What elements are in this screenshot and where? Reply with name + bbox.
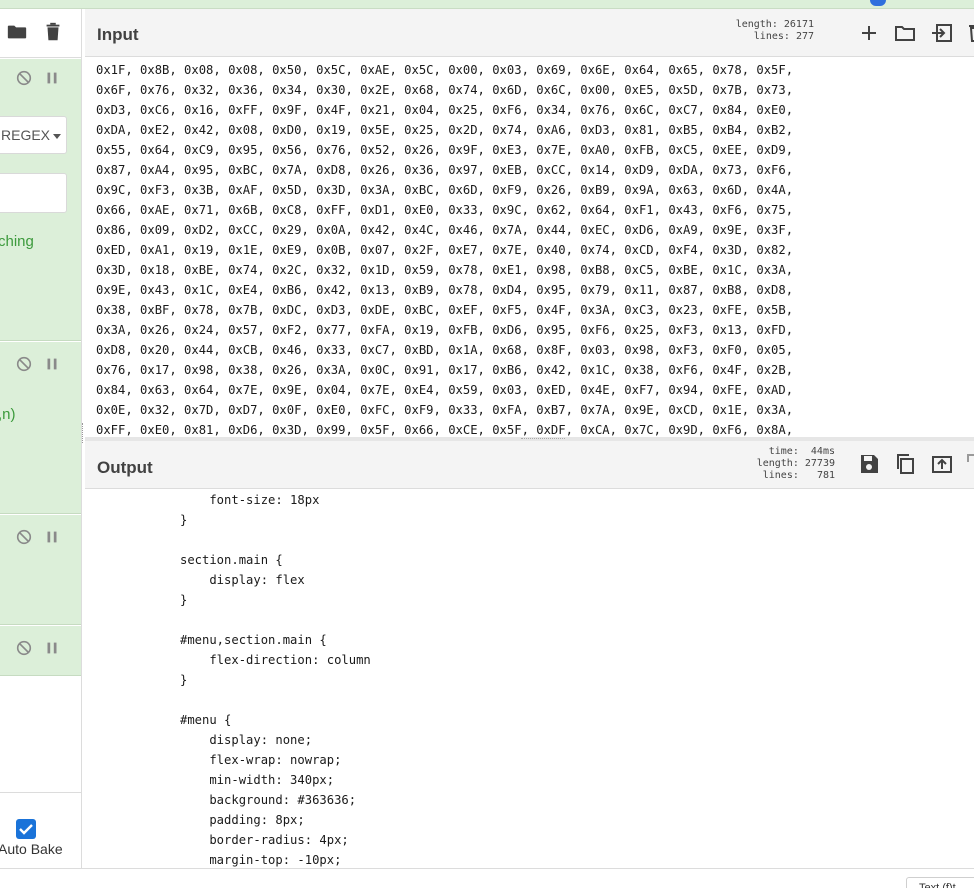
- status-bar: Text (f)t: [0, 868, 974, 888]
- disable-icon[interactable]: [15, 355, 33, 373]
- pause-icon[interactable]: [43, 355, 61, 373]
- text-line: 0x87, 0xA4, 0x95, 0xBC, 0x7A, 0xD8, 0x26…: [96, 163, 794, 177]
- operation-regex: REGEX ching: [0, 59, 81, 341]
- top-banner-strip: [0, 0, 974, 9]
- banner-icon: [870, 0, 886, 6]
- recipe-toolbar: [0, 9, 81, 58]
- text-line: #menu,section.main {: [180, 633, 327, 647]
- text-line: section.main {: [180, 553, 283, 567]
- text-line: 0x9C, 0xF3, 0x3B, 0xAF, 0x5D, 0x3D, 0x3A…: [96, 183, 794, 197]
- length-label: length:: [735, 19, 778, 30]
- replace-input-icon[interactable]: [930, 452, 954, 476]
- text-line: font-size: 18px: [180, 493, 320, 507]
- text-line: 0xD8, 0x20, 0x44, 0xCB, 0x46, 0x33, 0xC7…: [96, 343, 794, 357]
- output-length: 27739: [804, 458, 835, 469]
- operation-option-text: ching: [0, 233, 34, 250]
- text-line: 0x6F, 0x76, 0x32, 0x36, 0x34, 0x30, 0x2E…: [96, 83, 794, 97]
- text-line: background: #363636;: [180, 793, 357, 807]
- text-line: flex-wrap: nowrap;: [180, 753, 342, 767]
- chevron-down-icon: [53, 133, 62, 139]
- text-line: #menu {: [180, 713, 232, 727]
- text-line: }: [180, 673, 188, 687]
- divider-grip[interactable]: [521, 438, 565, 440]
- text-line: [180, 610, 371, 630]
- input-title: Input: [97, 25, 139, 44]
- text-line: 0x9E, 0x43, 0x1C, 0xE4, 0xB6, 0x42, 0x13…: [96, 283, 794, 297]
- text-line: display: none;: [180, 733, 313, 747]
- text-line: 0x38, 0xBF, 0x78, 0x7B, 0xDC, 0xD3, 0xDE…: [96, 303, 794, 317]
- text-line: 0x76, 0x17, 0x98, 0x38, 0x26, 0x3A, 0x0C…: [96, 363, 794, 377]
- text-line: 0x55, 0x64, 0xC9, 0x95, 0x56, 0x76, 0x52…: [96, 143, 794, 157]
- operation-2: ,n): [0, 342, 81, 514]
- text-line: 0xD3, 0xC6, 0x16, 0xFF, 0x9F, 0x4F, 0x21…: [96, 103, 794, 117]
- input-lines-count: 277: [795, 31, 814, 42]
- output-time: 44ms: [810, 446, 835, 457]
- bake-controls: Auto Bake: [0, 792, 81, 868]
- output-stats: time: 44ms length: 27739 lines: 781: [745, 446, 835, 482]
- output-lines-count: 781: [816, 470, 835, 481]
- text-line: 0x1F, 0x8B, 0x08, 0x08, 0x50, 0x5C, 0xAE…: [96, 63, 794, 77]
- import-icon[interactable]: [930, 21, 954, 45]
- input-length: 26171: [783, 19, 814, 30]
- pause-icon[interactable]: [43, 69, 61, 87]
- delete-icon[interactable]: [965, 21, 974, 45]
- operation-3: [0, 515, 81, 625]
- text-line: 0x0E, 0x32, 0x7D, 0xD7, 0x0F, 0xE0, 0xFC…: [96, 403, 794, 417]
- output-title: Output: [97, 458, 153, 477]
- output-textarea[interactable]: font-size: 18px} section.main { display:…: [85, 489, 974, 868]
- lines-label: lines:: [753, 31, 790, 42]
- text-line: }: [180, 513, 188, 527]
- pause-icon[interactable]: [43, 639, 61, 657]
- text-line: padding: 8px;: [180, 813, 305, 827]
- input-stats: length: 26171 lines: 277: [730, 19, 814, 43]
- length-label: length:: [756, 458, 799, 469]
- auto-bake-label: Auto Bake: [0, 841, 63, 857]
- maximise-icon[interactable]: [965, 452, 974, 476]
- text-line: border-radius: 4px;: [180, 833, 349, 847]
- recipe-panel: REGEX ching ,n) Auto Bake: [0, 9, 82, 868]
- text-line: 0x66, 0xAE, 0x71, 0x6B, 0xC8, 0xFF, 0xD1…: [96, 203, 794, 217]
- time-label: time:: [768, 446, 799, 457]
- disable-icon[interactable]: [15, 639, 33, 657]
- lines-label: lines:: [762, 470, 799, 481]
- text-line: 0x3D, 0x18, 0xBE, 0x74, 0x2C, 0x32, 0x1D…: [96, 263, 794, 277]
- text-line: margin-top: -10px;: [180, 853, 342, 867]
- text-line: flex-direction: column: [180, 653, 371, 667]
- trash-icon[interactable]: [42, 21, 64, 43]
- output-text: font-size: 18px} section.main { display:…: [180, 490, 371, 868]
- regex-dropdown-button[interactable]: REGEX: [0, 116, 67, 154]
- input-text: 0x1F, 0x8B, 0x08, 0x08, 0x50, 0x5C, 0xAE…: [96, 60, 793, 437]
- regex-input-field[interactable]: [0, 173, 67, 213]
- operation-4: [0, 626, 81, 676]
- disable-icon[interactable]: [15, 528, 33, 546]
- disable-icon[interactable]: [15, 69, 33, 87]
- text-line: 0xED, 0xA1, 0x19, 0x1E, 0xE9, 0x0B, 0x07…: [96, 243, 794, 257]
- output-header: Output time: 44ms length: 27739 lines: 7…: [85, 441, 974, 489]
- input-header: Input length: 26171 lines: 277: [85, 9, 974, 57]
- pause-icon[interactable]: [43, 528, 61, 546]
- text-line: 0xFF, 0xE0, 0x81, 0xD6, 0x3D, 0x99, 0x5F…: [96, 423, 794, 437]
- regex-button-label: REGEX: [1, 127, 51, 143]
- auto-bake-checkbox[interactable]: [16, 819, 36, 839]
- text-line: 0xDA, 0xE2, 0x42, 0x08, 0xD0, 0x19, 0x5E…: [96, 123, 794, 137]
- save-icon[interactable]: [857, 452, 881, 476]
- folder-icon[interactable]: [6, 21, 28, 43]
- text-line: min-width: 340px;: [180, 773, 335, 787]
- operation-option-text: ,n): [0, 406, 16, 423]
- text-line: 0x84, 0x63, 0x64, 0x7E, 0x9E, 0x04, 0x7E…: [96, 383, 794, 397]
- text-line: [180, 690, 371, 710]
- open-folder-icon[interactable]: [893, 21, 917, 45]
- text-line: [180, 530, 371, 550]
- input-textarea[interactable]: 0x1F, 0x8B, 0x08, 0x08, 0x50, 0x5C, 0xAE…: [85, 57, 974, 437]
- text-line: 0x86, 0x09, 0xD2, 0xCC, 0x29, 0x0A, 0x42…: [96, 223, 794, 237]
- text-line: display: flex: [180, 573, 305, 587]
- copy-icon[interactable]: [893, 452, 917, 476]
- add-tab-icon[interactable]: [857, 21, 881, 45]
- text-line: 0x3A, 0x26, 0x24, 0x57, 0xF2, 0x77, 0xFA…: [96, 323, 794, 337]
- text-line: }: [180, 593, 188, 607]
- status-tab[interactable]: Text (f)t: [906, 877, 974, 888]
